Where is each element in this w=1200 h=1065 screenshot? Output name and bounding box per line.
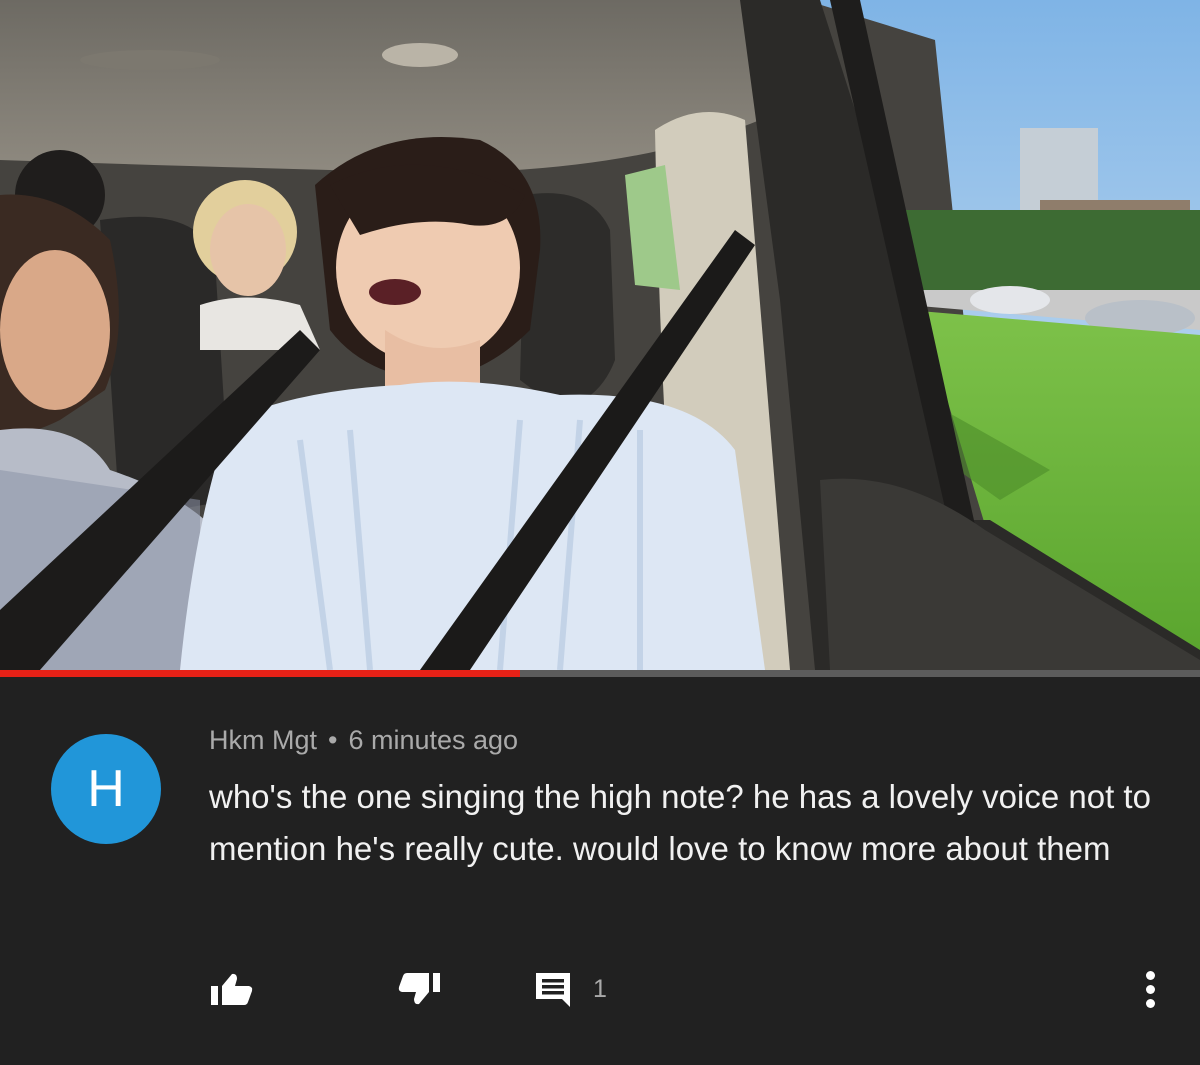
comment-thread: H Hkm Mgt • 6 minutes ago who's the one si… bbox=[0, 677, 1200, 1065]
avatar-initial: H bbox=[87, 760, 125, 818]
comment-header: Hkm Mgt • 6 minutes ago bbox=[209, 725, 518, 756]
reply-button[interactable]: 1 bbox=[533, 965, 629, 1013]
more-vertical-icon-dot bbox=[1145, 998, 1155, 1008]
video-frame[interactable] bbox=[0, 0, 1200, 670]
thumbs-down-icon bbox=[398, 973, 440, 1005]
more-vertical-icon-dot bbox=[1145, 970, 1155, 980]
more-options-button[interactable] bbox=[1130, 961, 1170, 1017]
like-button[interactable] bbox=[205, 965, 259, 1013]
video-thumbnail-image bbox=[0, 0, 1200, 670]
comment-timestamp: 6 minutes ago bbox=[348, 725, 519, 755]
comment-text: who's the one singing the high note? he … bbox=[209, 778, 1151, 867]
dislike-button[interactable] bbox=[392, 965, 446, 1013]
thumbs-up-icon bbox=[211, 973, 253, 1005]
meta-separator: • bbox=[328, 725, 338, 755]
video-progress-played bbox=[0, 670, 520, 677]
more-vertical-icon-dot bbox=[1145, 984, 1155, 994]
reply-comment-icon bbox=[536, 973, 570, 1007]
avatar[interactable]: H bbox=[51, 734, 161, 844]
video-progress-bar[interactable] bbox=[0, 670, 1200, 677]
reply-count: 1 bbox=[593, 974, 607, 1003]
comment-author[interactable]: Hkm Mgt bbox=[209, 725, 317, 755]
